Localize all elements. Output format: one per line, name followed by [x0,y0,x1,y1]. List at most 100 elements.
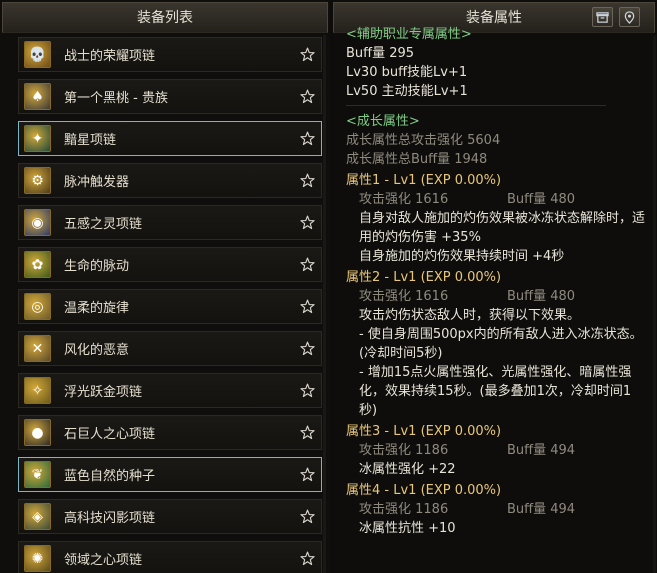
attribute-block: 属性2 - Lv1 (EXP 0.00%) 攻击强化 1616 Buff量 480 攻… [346,268,646,420]
star-outline-icon [299,131,315,146]
equipment-list-item[interactable]: ❦ 蓝色自然的种子 [18,457,322,492]
equipment-list-item[interactable]: ✧ 浮光跃金项链 [18,373,322,408]
attribute-stats-row: 攻击强化 1186 Buff量 494 [346,441,646,460]
star-outline-icon [299,551,315,566]
attribute-stats-row: 攻击强化 1616 Buff量 480 [346,190,646,209]
favorite-star-button[interactable] [298,466,316,484]
favorite-star-button[interactable] [298,172,316,190]
item-name: 脉冲触发器 [64,175,130,190]
attack-stat: 攻击强化 1186 [359,502,449,517]
growth-total: 成长属性总攻击强化 5604 [346,133,501,148]
necklace-icon: ◎ [24,293,51,320]
prop-line: Lv50 主动技能Lv+1 [346,84,468,99]
location-pin-icon [624,10,635,24]
equipment-list-item[interactable]: ◎ 温柔的旋律 [18,289,322,324]
item-name: 第一个黑桃 - 贵族 [64,91,168,106]
favorite-star-button[interactable] [298,88,316,106]
favorite-star-button[interactable] [298,550,316,568]
favorite-star-button[interactable] [298,424,316,442]
necklace-icon: ✺ [24,545,51,572]
star-outline-icon [299,383,315,398]
attribute-block: 属性4 - Lv1 (EXP 0.00%) 攻击强化 1186 Buff量 494 冰… [346,481,646,538]
attributes-list: 属性1 - Lv1 (EXP 0.00%) 攻击强化 1616 Buff量 480 自… [346,171,646,538]
star-outline-icon [299,341,315,356]
equipment-list-item[interactable]: ♠ 第一个黑桃 - 贵族 [18,79,322,114]
attribute-effect: 自身施加的灼伤效果持续时间 +4秒 [359,249,565,264]
equipment-list-item[interactable]: ⚙ 脉冲触发器 [18,163,322,198]
archive-icon [596,11,609,23]
prop-line: Lv30 buff技能Lv+1 [346,65,468,80]
attribute-block: 属性3 - Lv1 (EXP 0.00%) 攻击强化 1186 Buff量 494 冰… [346,422,646,479]
item-name: 五感之灵项链 [64,217,143,232]
star-outline-icon [299,299,315,314]
item-name: 石巨人之心项链 [64,427,156,442]
equipment-list-item[interactable]: ✕ 风化的恶意 [18,331,322,366]
equipment-list-title: 装备列表 [2,2,328,33]
attribute-effect: - 增加15点火属性强化、光属性强化、暗属性强化，效果持续15秒。(最多叠加1次… [359,365,632,418]
necklace-icon: ❦ [24,461,51,488]
star-outline-icon [299,509,315,524]
prop-line: Buff量 295 [346,46,415,61]
equipment-list-item[interactable]: ● 石巨人之心项链 [18,415,322,450]
attribute-title: 属性3 - Lv1 (EXP 0.00%) [346,424,502,439]
attack-stat: 攻击强化 1186 [359,443,449,458]
item-name: 温柔的旋律 [64,301,130,316]
equipment-list-item[interactable]: 💀 战士的荣耀项链 [18,37,322,72]
equipment-list-item[interactable]: ✦ 黯星项链 [18,121,322,156]
attack-stat: 攻击强化 1616 [359,192,449,207]
equipment-list-item[interactable]: ✿ 生命的脉动 [18,247,322,282]
equipment-list-panel: 装备列表 💀 战士的荣耀项链 ♠ 第一个黑桃 - 贵族 ✦ 黯星项链 ⚙ 脉冲触发器 ◉ 五感之灵… [0,0,330,573]
necklace-icon: ● [24,419,51,446]
attack-stat: 攻击强化 1616 [359,289,449,304]
attribute-effect: 自身对敌人施加的灼伤效果被冰冻状态解除时，适用的灼伤伤害 +35% [359,211,646,245]
necklace-icon: ✕ [24,335,51,362]
star-outline-icon [299,89,315,104]
attribute-effect: 冰属性强化 +22 [359,462,456,477]
favorite-star-button[interactable] [298,340,316,358]
item-name: 黯星项链 [64,133,117,148]
star-outline-icon [299,257,315,272]
item-name: 生命的脉动 [64,259,130,274]
star-outline-icon [299,215,315,230]
location-button[interactable] [619,7,640,27]
growth-total: 成长属性总Buff量 1948 [346,152,488,167]
attribute-effect: 攻击灼伤状态敌人时，获得以下效果。 [359,308,581,323]
attribute-title: 属性4 - Lv1 (EXP 0.00%) [346,483,502,498]
equipment-list-item[interactable]: ◈ 高科技闪影项链 [18,499,322,534]
exclusive-section-title: <辅助职业专属属性> [346,27,472,42]
necklace-icon: ✦ [24,125,51,152]
favorite-star-button[interactable] [298,382,316,400]
attribute-title: 属性1 - Lv1 (EXP 0.00%) [346,173,502,188]
equipment-list-item[interactable]: ◉ 五感之灵项链 [18,205,322,240]
attribute-stats-row: 攻击强化 1616 Buff量 480 [346,287,646,306]
star-outline-icon [299,47,315,62]
favorite-star-button[interactable] [298,256,316,274]
properties-scrollbar[interactable] [653,36,656,573]
necklace-icon: ⚙ [24,167,51,194]
item-name: 战士的荣耀项链 [64,49,156,64]
list-scrollbar[interactable] [323,35,326,573]
necklace-icon: ◈ [24,503,51,530]
buff-stat: Buff量 480 [507,192,576,207]
necklace-icon: ✿ [24,251,51,278]
archive-button[interactable] [592,7,613,27]
item-name: 风化的恶意 [64,343,130,358]
item-name: 浮光跃金项链 [64,385,143,400]
favorite-star-button[interactable] [298,214,316,232]
attribute-effect: 冰属性抗性 +10 [359,521,456,536]
attribute-block: 属性1 - Lv1 (EXP 0.00%) 攻击强化 1616 Buff量 480 自… [346,171,646,266]
buff-stat: Buff量 494 [507,502,576,517]
favorite-star-button[interactable] [298,46,316,64]
favorite-star-button[interactable] [298,508,316,526]
star-outline-icon [299,467,315,482]
favorite-star-button[interactable] [298,130,316,148]
buff-stat: Buff量 480 [507,289,576,304]
star-outline-icon [299,425,315,440]
equipment-list-item[interactable]: ✺ 领域之心项链 [18,541,322,573]
buff-stat: Buff量 494 [507,443,576,458]
favorite-star-button[interactable] [298,298,316,316]
attribute-stats-row: 攻击强化 1186 Buff量 494 [346,500,646,519]
equipment-properties-panel: 装备属性 <辅助职业专属属性> Buff量 295 Lv30 buff技能Lv+… [333,0,657,573]
attribute-title: 属性2 - Lv1 (EXP 0.00%) [346,270,502,285]
properties-content: <辅助职业专属属性> Buff量 295 Lv30 buff技能Lv+1 Lv5… [346,26,646,538]
